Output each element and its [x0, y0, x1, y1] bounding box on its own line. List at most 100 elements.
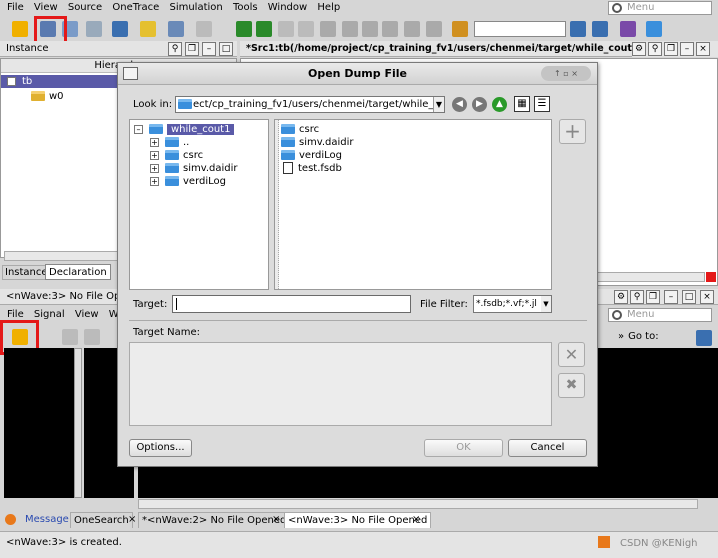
- tree-root[interactable]: – while_cout1: [134, 123, 235, 136]
- signal-scrollbar[interactable]: [74, 348, 82, 498]
- search-combo[interactable]: [474, 21, 566, 37]
- menu-tools[interactable]: Tools: [233, 2, 258, 13]
- target-input[interactable]: [172, 295, 411, 313]
- tab-declaration[interactable]: Declaration: [45, 264, 111, 280]
- tab-onesearch[interactable]: OneSearch: [70, 512, 133, 528]
- menu-simulation[interactable]: Simulation: [169, 2, 222, 13]
- pin-icon[interactable]: ⚲: [168, 42, 182, 56]
- menu-search-field[interactable]: Menu: [608, 1, 712, 15]
- forward-arrow-icon[interactable]: [298, 21, 314, 37]
- close-icon[interactable]: ×: [128, 512, 136, 528]
- chevron-right-icon[interactable]: »: [618, 331, 624, 342]
- tab-nwave2[interactable]: *<nWave:2> No File Opened: [138, 512, 291, 528]
- open-folder-icon[interactable]: [12, 21, 28, 37]
- folder-arrow-icon[interactable]: [140, 21, 156, 37]
- undock-icon[interactable]: ❐: [646, 290, 660, 304]
- hierarchy-icon[interactable]: [86, 21, 102, 37]
- minimize-icon[interactable]: –: [202, 42, 216, 56]
- close-icon[interactable]: ×: [700, 290, 714, 304]
- tree-item-verdilog[interactable]: + verdiLog: [150, 175, 226, 188]
- pin-icon[interactable]: ⚲: [648, 42, 662, 56]
- filter-icon[interactable]: [620, 21, 636, 37]
- module-icon[interactable]: [426, 21, 442, 37]
- menu-file[interactable]: File: [7, 2, 24, 13]
- options-button[interactable]: Options...: [129, 439, 192, 457]
- list-view-icon[interactable]: ☰: [534, 96, 550, 112]
- home-icon[interactable]: [598, 536, 610, 548]
- back-arrow-icon[interactable]: [278, 21, 294, 37]
- ok-button[interactable]: OK: [424, 439, 503, 457]
- minimize-icon[interactable]: –: [680, 42, 694, 56]
- tab-instance[interactable]: Instance: [2, 265, 51, 280]
- tab-nwave3[interactable]: <nWave:3> No File Opened: [284, 512, 432, 528]
- settings-icon[interactable]: ⚙: [632, 42, 646, 56]
- close-icon[interactable]: ×: [272, 512, 280, 528]
- tag-icon[interactable]: [452, 21, 468, 37]
- cancel-button[interactable]: Cancel: [508, 439, 587, 457]
- tree-item-parent[interactable]: +..: [150, 136, 189, 149]
- find-next-icon[interactable]: [592, 21, 608, 37]
- tree-item-w0[interactable]: w0: [31, 90, 64, 103]
- connect-icon[interactable]: [404, 21, 420, 37]
- waveform-scrollbar[interactable]: [138, 499, 698, 509]
- tree-item-tb[interactable]: – tb: [1, 75, 129, 88]
- undock-icon[interactable]: ❐: [664, 42, 678, 56]
- file-item-verdilog[interactable]: verdiLog: [281, 149, 342, 162]
- nwave-search-field[interactable]: Menu: [608, 308, 712, 322]
- nwave-menu-signal[interactable]: Signal: [34, 309, 65, 320]
- menu-help[interactable]: Help: [317, 2, 340, 13]
- trace-icon[interactable]: [320, 21, 336, 37]
- find-icon[interactable]: [570, 21, 586, 37]
- run-icon[interactable]: [236, 21, 252, 37]
- nwave-menu-view[interactable]: View: [75, 309, 99, 320]
- tb-label: tb: [22, 76, 33, 87]
- up-icon[interactable]: [362, 21, 378, 37]
- look-in-combo[interactable]: ect/cp_training_fv1/users/chenmei/target…: [175, 96, 445, 113]
- undock-icon[interactable]: ❐: [185, 42, 199, 56]
- maximize-icon[interactable]: □: [219, 42, 233, 56]
- settings-icon[interactable]: ⚙: [614, 290, 628, 304]
- chevron-down-icon: ▼: [433, 97, 444, 112]
- tree-item-csrc[interactable]: + csrc: [150, 149, 203, 162]
- source-scrollbar[interactable]: [595, 272, 705, 282]
- file-item-fsdb[interactable]: test.fsdb: [281, 162, 342, 175]
- file-filter-select[interactable]: *.fsdb;*.vf;*.jl ▼: [473, 295, 552, 313]
- menu-onetrace[interactable]: OneTrace: [112, 2, 159, 13]
- nwave-menu-file[interactable]: File: [7, 309, 24, 320]
- forward-icon[interactable]: ▶: [472, 97, 487, 112]
- maximize-icon[interactable]: □: [682, 290, 696, 304]
- remove-icon[interactable]: ✕: [558, 342, 585, 367]
- up-folder-icon[interactable]: ▲: [492, 97, 507, 112]
- open-dump-dialog: Open Dump File ↑ ▫ × Look in: ect/cp_tra…: [117, 62, 598, 467]
- document-icon[interactable]: [196, 21, 212, 37]
- file-item-csrc[interactable]: csrc: [281, 123, 319, 136]
- icon-view-icon[interactable]: ▦: [514, 96, 530, 112]
- menu-window[interactable]: Window: [268, 2, 307, 13]
- menu-view[interactable]: View: [34, 2, 58, 13]
- load-icon[interactable]: [342, 21, 358, 37]
- cut-icon[interactable]: [84, 329, 100, 345]
- pin-icon[interactable]: ⚲: [630, 290, 644, 304]
- close-icon[interactable]: ×: [412, 512, 420, 528]
- tree-item-simv[interactable]: + simv.daidir: [150, 162, 238, 175]
- window-icon: [123, 67, 138, 80]
- undo-icon[interactable]: [62, 329, 78, 345]
- file-label: test.fsdb: [298, 163, 342, 174]
- step-icon[interactable]: [256, 21, 272, 37]
- list-splitter[interactable]: [275, 120, 279, 289]
- tab-message[interactable]: Message: [22, 512, 72, 528]
- back-icon[interactable]: ◀: [452, 97, 467, 112]
- folder-icon: [165, 163, 179, 173]
- file-item-simv[interactable]: simv.daidir: [281, 136, 354, 149]
- extra-icon[interactable]: [646, 21, 662, 37]
- window-icon[interactable]: [112, 21, 128, 37]
- edit-icon[interactable]: [168, 21, 184, 37]
- nwave-help-icon[interactable]: [696, 330, 712, 346]
- menu-source[interactable]: Source: [68, 2, 102, 13]
- close-icon[interactable]: ×: [696, 42, 710, 56]
- remove-all-icon[interactable]: ✖: [558, 373, 585, 398]
- minimize-icon[interactable]: –: [664, 290, 678, 304]
- add-file-icon[interactable]: +: [559, 119, 586, 144]
- down-icon[interactable]: [382, 21, 398, 37]
- chevron-down-icon: ▼: [541, 296, 551, 312]
